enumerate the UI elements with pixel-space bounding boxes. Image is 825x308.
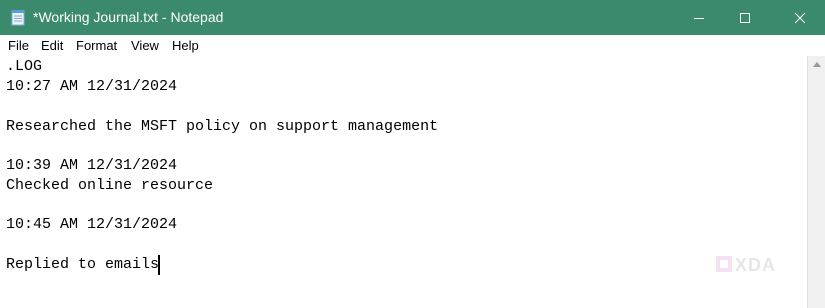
- window-title: *Working Journal.txt - Notepad: [33, 9, 224, 25]
- notepad-window: *Working Journal.txt - Notepad File Edit…: [0, 0, 825, 308]
- text-line: Replied to emails: [6, 256, 160, 273]
- minimize-button[interactable]: [676, 0, 722, 35]
- text-line: .LOG: [6, 58, 43, 75]
- text-caret: [158, 255, 160, 275]
- text-editor[interactable]: .LOG 10:27 AM 12/31/2024 Researched the …: [0, 56, 807, 308]
- title-bar[interactable]: *Working Journal.txt - Notepad: [0, 0, 825, 35]
- menu-format[interactable]: Format: [76, 38, 117, 53]
- menu-bar: File Edit Format View Help: [0, 35, 825, 56]
- maximize-button[interactable]: [722, 0, 768, 35]
- menu-edit[interactable]: Edit: [41, 38, 63, 53]
- text-line: 10:39 AM 12/31/2024: [6, 157, 178, 174]
- menu-help[interactable]: Help: [172, 38, 199, 53]
- watermark-text: XDA: [735, 255, 776, 274]
- vertical-scrollbar[interactable]: [807, 56, 825, 308]
- text-line: Researched the MSFT policy on support ma…: [6, 118, 439, 135]
- xda-logo: XDA: [716, 255, 776, 274]
- maximize-icon: [740, 12, 750, 23]
- menu-file[interactable]: File: [8, 38, 29, 53]
- close-button[interactable]: [775, 0, 825, 35]
- scroll-up-icon[interactable]: [813, 62, 821, 67]
- text-line: 10:27 AM 12/31/2024: [6, 78, 178, 95]
- close-icon: [794, 12, 806, 23]
- text-line: Checked online resource: [6, 177, 214, 194]
- notepad-icon: [11, 10, 25, 26]
- text-line: 10:45 AM 12/31/2024: [6, 216, 178, 233]
- minimize-icon: [694, 17, 704, 19]
- menu-view[interactable]: View: [131, 38, 159, 53]
